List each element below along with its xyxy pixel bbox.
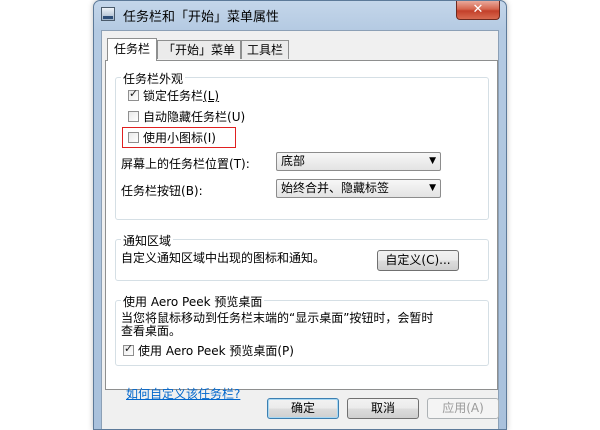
lock-taskbar-label[interactable]: 锁定任务栏(L) — [143, 87, 219, 104]
lock-taskbar-checkbox[interactable] — [128, 87, 139, 101]
group-title-appearance: 任务栏外观 — [121, 70, 186, 87]
taskbar-buttons-value: 始终合并、隐藏标签 — [281, 181, 390, 195]
group-aero-peek: 使用 Aero Peek 预览桌面 当您将鼠标移动到任务栏末端的“显示桌面”按钮… — [115, 293, 489, 366]
lock-taskbar-accel: (L) — [203, 89, 220, 103]
buttons-label-text: 任务栏按钮 — [121, 184, 182, 198]
aero-peek-checkbox[interactable] — [123, 342, 134, 356]
taskbar-location-value: 底部 — [281, 154, 306, 168]
apply-button[interactable]: 应用(A) — [427, 398, 499, 419]
group-title-notification: 通知区域 — [121, 232, 174, 249]
aero-peek-label[interactable]: 使用 Aero Peek 预览桌面(P) — [138, 342, 294, 359]
auto-hide-accel: (U) — [227, 110, 246, 124]
small-icons-accel: (I) — [203, 131, 216, 145]
dropdown-arrow-icon: ▼ — [429, 183, 436, 193]
help-link[interactable]: 如何自定义该任务栏? — [126, 385, 240, 402]
notification-description: 自定义通知区域中出现的图标和通知。 — [121, 251, 326, 265]
auto-hide-label[interactable]: 自动隐藏任务栏(U) — [143, 108, 245, 125]
tab-start-menu[interactable]: 「开始」菜单 — [157, 40, 241, 59]
buttons-label-accel: (B): — [181, 184, 203, 198]
taskbar-app-icon — [101, 7, 115, 21]
group-taskbar-appearance: 任务栏外观 锁定任务栏(L) 自动隐藏任务栏(U) 使用小图标(I) 屏幕上的任… — [115, 70, 489, 220]
taskbar-location-label: 屏幕上的任务栏位置(T): — [121, 155, 250, 172]
group-notification-area: 通知区域 自定义通知区域中出现的图标和通知。 自定义(C)... — [115, 232, 489, 281]
aero-peek-accel: (P) — [277, 344, 294, 358]
small-icons-label[interactable]: 使用小图标(I) — [143, 129, 216, 146]
window-title: 任务栏和「开始」菜单属性 — [123, 10, 280, 25]
taskbar-location-select[interactable]: 底部 ▼ — [276, 152, 441, 171]
aero-peek-desc-line2: 查看桌面。 — [121, 324, 182, 338]
group-title-aero-peek: 使用 Aero Peek 预览桌面 — [121, 293, 265, 310]
customize-button[interactable]: 自定义(C)... — [377, 250, 459, 271]
dialog-client-area: 任务栏 「开始」菜单 工具栏 任务栏外观 锁定任务栏(L) 自动隐藏任务栏(U)… — [101, 30, 499, 429]
tab-taskbar[interactable]: 任务栏 — [107, 38, 157, 61]
location-label-accel: (T): — [229, 157, 250, 171]
small-icons-text: 使用小图标 — [143, 131, 204, 145]
location-label-text: 屏幕上的任务栏位置 — [121, 157, 230, 171]
cancel-button[interactable]: 取消 — [347, 398, 419, 419]
dropdown-arrow-icon: ▼ — [429, 156, 436, 166]
ok-button[interactable]: 确定 — [267, 398, 339, 419]
properties-window: 任务栏和「开始」菜单属性 ✕ 任务栏 「开始」菜单 工具栏 任务栏外观 锁定任务… — [93, 0, 507, 430]
close-button[interactable]: ✕ — [456, 1, 500, 20]
taskbar-buttons-label: 任务栏按钮(B): — [121, 182, 203, 199]
small-icons-checkbox[interactable] — [128, 132, 139, 143]
auto-hide-checkbox[interactable] — [128, 111, 139, 122]
tab-panel-taskbar: 任务栏外观 锁定任务栏(L) 自动隐藏任务栏(U) 使用小图标(I) 屏幕上的任… — [105, 60, 498, 401]
lock-taskbar-text: 锁定任务栏 — [143, 89, 204, 103]
title-bar[interactable]: 任务栏和「开始」菜单属性 ✕ — [94, 1, 506, 29]
tab-toolbars[interactable]: 工具栏 — [241, 40, 289, 59]
auto-hide-text: 自动隐藏任务栏 — [143, 110, 228, 124]
close-icon: ✕ — [472, 2, 484, 17]
taskbar-buttons-select[interactable]: 始终合并、隐藏标签 ▼ — [276, 179, 441, 198]
aero-peek-text: 使用 Aero Peek 预览桌面 — [138, 344, 278, 358]
